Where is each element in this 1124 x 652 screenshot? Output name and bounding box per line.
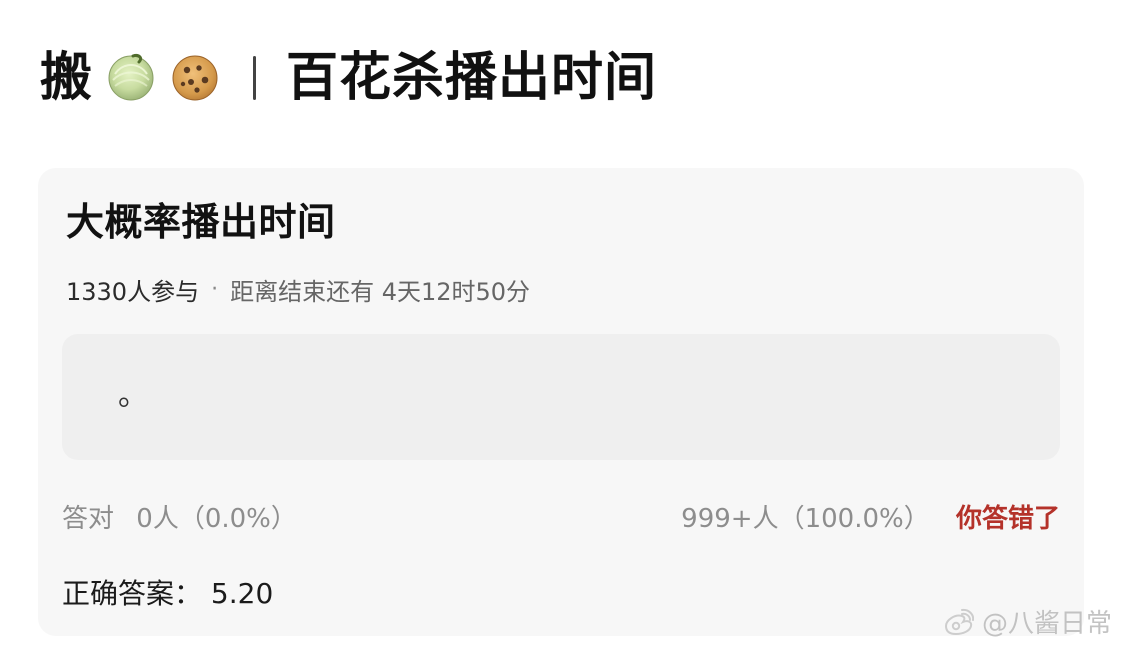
page-title: 百花杀播出时间	[286, 48, 658, 108]
quiz-card: 大概率播出时间 1330人参与 · 距离结束还有 4天12时50分 。 答对 0…	[38, 168, 1084, 636]
quiz-title: 大概率播出时间	[66, 200, 336, 244]
correct-answer: 正确答案： 5.20	[62, 572, 273, 612]
quiz-meta: 1330人参与 · 距离结束还有 4天12时50分	[66, 272, 530, 307]
correct-stats: 答对 0人（0.0%）	[62, 498, 297, 535]
user-answer-box: 。	[62, 334, 1060, 460]
cookie-icon	[169, 52, 221, 104]
watermark-text: @八酱日常	[981, 609, 1112, 639]
wrong-stats: 999+人（100.0%） 你答错了	[681, 498, 1060, 535]
correct-count: 0人（0.0%）	[136, 504, 297, 534]
wrong-count: 999+人（100.0%）	[681, 504, 930, 534]
header-prefix: 搬	[40, 48, 94, 108]
header-divider	[253, 56, 257, 100]
result-stats: 答对 0人（0.0%） 999+人（100.0%） 你答错了	[62, 498, 1060, 535]
correct-answer-value: 5.20	[210, 577, 274, 610]
correct-answer-label: 正确答案：	[62, 577, 203, 610]
meta-separator: ·	[211, 277, 219, 302]
melon-icon	[105, 52, 157, 104]
watermark: @八酱日常	[940, 603, 1112, 640]
correct-label: 答对	[62, 504, 115, 534]
user-answer-text: 。	[118, 378, 149, 413]
page-header: 搬 百花杀播出时间	[40, 36, 657, 120]
deadline-text: 距离结束还有 4天12时50分	[230, 278, 531, 306]
weibo-icon	[940, 608, 975, 636]
wrong-badge: 你答错了	[955, 504, 1060, 534]
participants-count: 1330人参与	[66, 278, 200, 306]
